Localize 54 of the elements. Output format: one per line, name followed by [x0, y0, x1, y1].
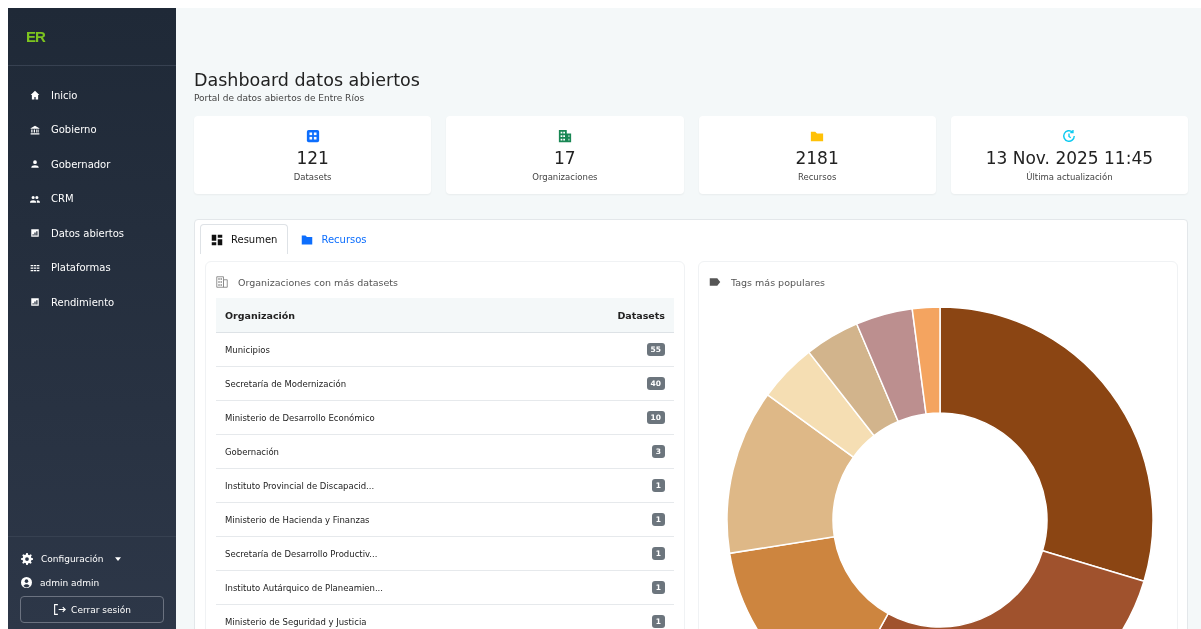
user-icon: [21, 577, 32, 588]
folder-icon: [301, 233, 314, 246]
chart-icon: [30, 228, 40, 239]
stat-label: Última actualización: [1026, 171, 1113, 182]
table-cell: Gobernación: [216, 434, 550, 469]
column-header: Organización: [216, 298, 550, 333]
grid-icon: [305, 128, 320, 143]
nav-link[interactable]: Inicio: [8, 78, 176, 113]
caret-icon: [115, 557, 122, 561]
clock-icon: [1062, 128, 1077, 143]
table-cell: Ministerio de Hacienda y Finanzas: [216, 502, 550, 537]
card-title: Organizaciones con más datasets: [238, 276, 399, 288]
column-header: Datasets: [549, 298, 674, 333]
tab[interactable]: Recursos: [290, 224, 378, 254]
tag-icon: [709, 276, 721, 288]
settings-dropdown[interactable]: Configuración: [20, 553, 164, 565]
dashboard-icon: [211, 233, 223, 246]
table-cell: Ministerio de Seguridad y Justicia: [216, 604, 550, 629]
nav-link[interactable]: CRM: [8, 181, 176, 216]
home-icon: [30, 90, 40, 101]
page-title: Dashboard datos abiertos: [194, 70, 421, 90]
grid-icon: [30, 262, 40, 273]
stat-label: Organizaciones: [532, 171, 598, 182]
building-icon: [216, 276, 228, 288]
table-cell: Instituto Autárquico de Planeamien...: [216, 570, 550, 605]
table-cell: Municipios: [216, 332, 550, 367]
stat-label: Recursos: [797, 171, 837, 182]
stat-value: 121: [296, 147, 329, 168]
nav-link[interactable]: Plataformas: [8, 250, 176, 285]
stat-value: 2181: [795, 147, 839, 168]
nav-link[interactable]: Datos abiertos: [8, 216, 176, 251]
settings-icon: [21, 553, 33, 565]
user-name: admin admin: [40, 577, 100, 588]
people-icon: [30, 193, 40, 204]
bank-icon: [30, 124, 40, 135]
stat-label: Datasets: [293, 171, 332, 182]
table-cell: Secretaría de Modernización: [216, 366, 550, 401]
stat-value: 13 Nov. 2025 11:45: [985, 147, 1154, 168]
person-icon: [30, 159, 40, 170]
page-subtitle: Portal de datos abiertos de Entre Ríos: [194, 93, 366, 103]
nav-link[interactable]: Rendimiento: [8, 285, 176, 320]
tab[interactable]: Resumen: [200, 224, 289, 254]
logout-icon: [53, 603, 67, 616]
chart-icon: [30, 297, 40, 308]
table-cell: Ministerio de Desarrollo Económico: [216, 400, 550, 435]
table-cell: Instituto Provincial de Discapacid...: [216, 468, 550, 503]
logout-button[interactable]: Cerrar sesión: [20, 596, 164, 623]
building-icon: [557, 128, 572, 143]
nav-link[interactable]: Gobernador: [8, 147, 176, 182]
nav-link[interactable]: Gobierno: [8, 112, 176, 147]
logo[interactable]: ER: [26, 28, 45, 45]
card-title: Tags más populares: [731, 276, 825, 288]
table-cell: Secretaría de Desarrollo Productiv...: [216, 536, 550, 571]
stat-value: 17: [554, 147, 576, 168]
